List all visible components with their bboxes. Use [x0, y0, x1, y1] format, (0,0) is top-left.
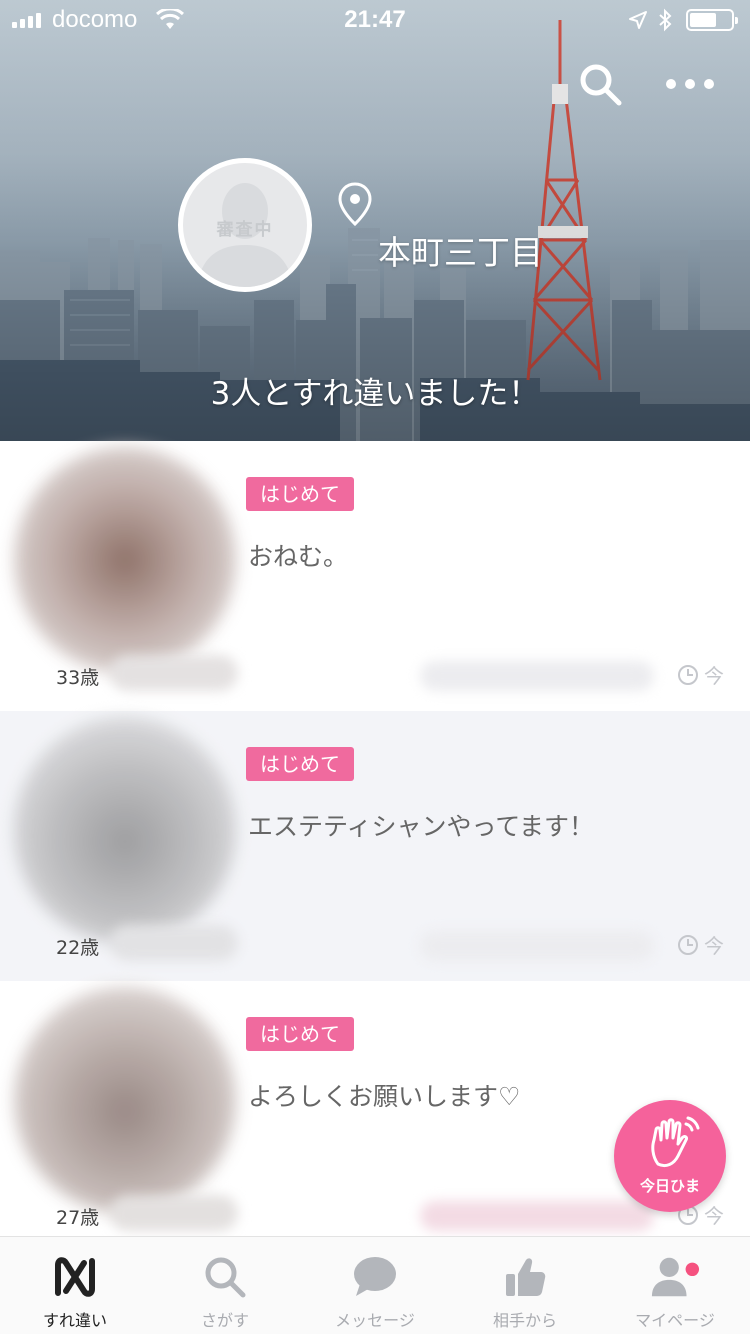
status-bar: docomo 21:47 [0, 0, 750, 40]
passed-time-label: 今 [704, 934, 724, 958]
thumbs-up-icon [500, 1253, 550, 1301]
more-icon[interactable] [662, 56, 718, 112]
user-photo-blur [110, 655, 238, 691]
clock-icon [678, 934, 698, 955]
tab-messages[interactable]: メッセージ [300, 1237, 450, 1334]
tab-likes-received[interactable]: 相手から [450, 1237, 600, 1334]
user-photo[interactable] [14, 717, 236, 943]
tab-label: さがす [200, 1311, 249, 1330]
user-message: よろしくお願いします♡ [248, 1082, 521, 1111]
list-item[interactable]: はじめて エステティシャンやってます！ 22歳 今 [0, 711, 750, 981]
my-avatar[interactable]: 審査中 [178, 158, 312, 292]
user-photo[interactable] [14, 987, 236, 1213]
user-message: おねむ。 [248, 542, 349, 571]
passed-time-label: 今 [704, 1204, 724, 1228]
tab-search[interactable]: さがす [150, 1237, 300, 1334]
first-time-badge: はじめて [246, 477, 354, 511]
location-arrow-icon [628, 10, 648, 34]
search-icon [200, 1253, 250, 1301]
chat-bubble-icon [350, 1253, 400, 1301]
search-icon[interactable] [572, 56, 628, 112]
battery-icon [686, 9, 738, 31]
tab-label: 相手から [492, 1311, 557, 1330]
bluetooth-icon [657, 8, 673, 36]
location-name: 本町三丁目 [378, 233, 543, 272]
tab-bar: すれ違い さがす メッセージ 相手から マイページ [0, 1236, 750, 1334]
tab-my-page[interactable]: マイページ [600, 1237, 750, 1334]
blurred-info [420, 931, 654, 961]
tab-label: メッセージ [335, 1311, 415, 1330]
avatar-review-status: 審査中 [216, 220, 274, 240]
first-time-badge: はじめて [246, 1017, 354, 1051]
user-age: 27歳 [56, 1207, 100, 1229]
waving-hand-icon [651, 1116, 700, 1168]
passed-time: 今 [678, 930, 724, 959]
tab-label: マイページ [635, 1311, 715, 1330]
blurred-info [420, 661, 654, 691]
location-pin-icon [338, 182, 372, 226]
user-age: 22歳 [56, 937, 100, 959]
tab-surechigai[interactable]: すれ違い [0, 1237, 150, 1334]
first-time-badge: はじめて [246, 747, 354, 781]
tab-label: すれ違い [42, 1311, 107, 1330]
passed-time-label: 今 [704, 664, 724, 688]
free-today-label: 今日ひま [639, 1177, 700, 1195]
free-today-button[interactable]: 今日ひま [614, 1100, 726, 1212]
surechigai-icon [50, 1253, 100, 1301]
passed-time: 今 [678, 660, 724, 689]
user-photo-blur [110, 1195, 238, 1231]
header-hero: docomo 21:47 審査中 本町三丁目 3人とすれ違いました！ [0, 0, 750, 441]
blurred-info [420, 1201, 654, 1231]
clock-icon [678, 664, 698, 685]
list-item[interactable]: はじめて おねむ。 33歳 今 [0, 441, 750, 711]
user-age: 33歳 [56, 667, 100, 689]
user-photo-blur [110, 925, 238, 961]
user-photo[interactable] [14, 447, 236, 673]
passed-count-message: 3人とすれ違いました！ [210, 376, 540, 412]
profile-icon [650, 1253, 700, 1301]
user-message: エステティシャンやってます！ [248, 812, 595, 841]
